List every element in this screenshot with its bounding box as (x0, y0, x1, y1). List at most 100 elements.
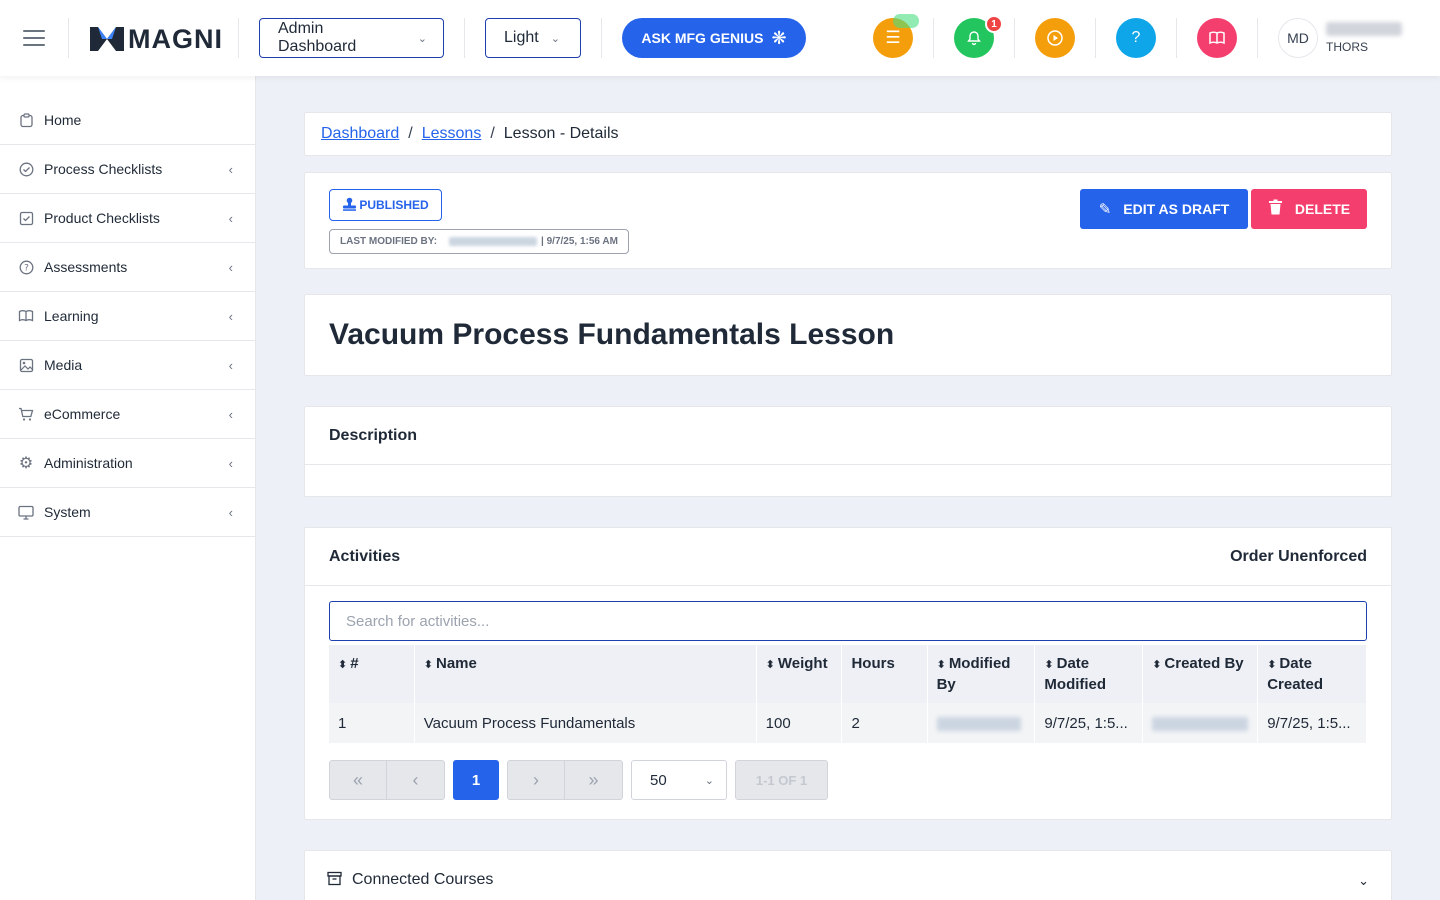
chevron-down-icon[interactable]: ⌄ (1358, 873, 1369, 889)
magni-logo[interactable]: MAGNI (90, 24, 223, 54)
sidebar-item-label: Home (44, 112, 82, 128)
cell-date-modified: 9/7/25, 1:5... (1034, 703, 1144, 743)
trash-icon (1268, 199, 1283, 219)
order-status: Order Unenforced (1230, 547, 1367, 565)
last-page-button[interactable]: » (565, 760, 623, 800)
header-divider (464, 18, 465, 58)
column-header-date-modified[interactable]: ⬍ Date Modified (1034, 645, 1144, 703)
sort-icon: ⬍ (1044, 659, 1054, 671)
chevron-left-icon: ‹ (228, 161, 233, 177)
last-modified-info: LAST MODIFIED BY: | 9/7/25, 1:56 AM (329, 229, 629, 254)
book-open-icon (1209, 31, 1225, 45)
breadcrumb: Dashboard / Lessons / Lesson - Details (304, 112, 1392, 156)
sidebar-item-media[interactable]: Media ‹ (0, 341, 255, 390)
sidebar-item-ecommerce[interactable]: eCommerce ‹ (0, 390, 255, 439)
connected-courses-heading: Connected Courses (352, 871, 494, 888)
header-divider (1176, 18, 1177, 58)
dashboard-select-value: Admin Dashboard (278, 20, 357, 55)
stamp-icon (342, 197, 357, 214)
page-1-button[interactable]: 1 (453, 760, 499, 800)
cell-created-by (1142, 703, 1259, 743)
header-divider (1014, 18, 1015, 58)
per-page-value: 50 (650, 771, 667, 789)
column-header-modified-by[interactable]: ⬍ Modified By (927, 645, 1036, 703)
column-header-num[interactable]: ⬍ # (329, 645, 415, 703)
user-avatar[interactable]: MD (1278, 18, 1318, 58)
cell-weight: 100 (756, 703, 843, 743)
pagination-current: 1 (453, 760, 499, 800)
menu-toggle-icon[interactable] (23, 30, 45, 46)
cell-name[interactable]: Vacuum Process Fundamentals (414, 703, 757, 743)
next-page-button[interactable]: › (507, 760, 565, 800)
help-button[interactable]: ? (1116, 18, 1156, 58)
header-divider (933, 18, 934, 58)
coins-button[interactable]: ☰ (873, 14, 919, 58)
first-page-button[interactable]: « (329, 760, 387, 800)
breadcrumb-separator: / (490, 125, 495, 142)
archive-icon (327, 871, 342, 890)
activities-panel: Activities Order Unenforced ⬍# ⬍Name ⬍We… (304, 527, 1392, 820)
sidebar-item-process-checklists[interactable]: Process Checklists ‹ (0, 145, 255, 194)
edit-as-draft-button[interactable]: ✎ EDIT AS DRAFT (1080, 189, 1248, 229)
bell-icon (967, 31, 981, 46)
per-page-select[interactable]: 50 ⌄ (631, 760, 727, 800)
header-divider (238, 18, 239, 58)
sidebar-item-learning[interactable]: Learning ‹ (0, 292, 255, 341)
chevron-left-icon: ‹ (228, 357, 233, 373)
description-heading: Description (305, 407, 1391, 465)
delete-button[interactable]: DELETE (1251, 189, 1367, 229)
column-header-created-by[interactable]: ⬍ Created By (1142, 645, 1259, 703)
sidebar-item-label: Media (44, 357, 83, 373)
sidebar-item-system[interactable]: System ‹ (0, 488, 255, 537)
edit-button-label: EDIT AS DRAFT (1123, 201, 1230, 217)
play-button[interactable] (1035, 18, 1075, 58)
activities-search-input[interactable] (329, 601, 1367, 641)
theme-select[interactable]: Light ⌄ (485, 18, 581, 58)
sidebar-item-assessments[interactable]: ? Assessments ‹ (0, 243, 255, 292)
book-icon (18, 308, 34, 324)
user-org: THORS (1326, 40, 1368, 54)
ask-mfg-genius-button[interactable]: ASK MFG GENIUS ❋ (622, 18, 806, 58)
sidebar-item-home[interactable]: Home (0, 96, 255, 145)
sidebar-item-label: Assessments (44, 259, 128, 275)
connected-courses-panel[interactable]: Connected Courses ⌄ (304, 850, 1392, 900)
sidebar-item-label: eCommerce (44, 406, 121, 422)
cell-hours: 2 (841, 703, 928, 743)
column-header-date-created[interactable]: ⬍ Date Created (1257, 645, 1367, 703)
sidebar: Home Process Checklists ‹ Product Checkl… (0, 76, 256, 900)
prev-page-button[interactable]: ‹ (387, 760, 445, 800)
column-header-name[interactable]: ⬍ Name (414, 645, 757, 703)
last-modified-label: LAST MODIFIED BY: (340, 236, 438, 247)
sidebar-item-administration[interactable]: ⚙ Administration ‹ (0, 439, 255, 488)
chevron-down-icon: ⌄ (704, 774, 714, 787)
sort-icon: ⬍ (936, 659, 946, 671)
published-badge-label: PUBLISHED (359, 198, 429, 212)
cell-modified-by (927, 703, 1036, 743)
logo-text: MAGNI (128, 23, 223, 54)
dashboard-select[interactable]: Admin Dashboard ⌄ (259, 18, 444, 58)
table-row[interactable]: 1 Vacuum Process Fundamentals 100 2 9/7/… (329, 703, 1367, 743)
table-header-row: ⬍ # ⬍ Name ⬍ Weight Hours ⬍ Modified By ⬍ Dat… (329, 645, 1367, 703)
cell-date-created: 9/7/25, 1:5... (1257, 703, 1367, 743)
sidebar-item-label: Administration (44, 455, 133, 471)
chevron-down-icon: ⌄ (550, 32, 560, 45)
chevron-left-icon: ‹ (228, 504, 233, 520)
coins-icon: ☰ (885, 28, 901, 47)
svg-text:?: ? (24, 263, 29, 273)
notifications-button[interactable]: 1 (954, 15, 1003, 58)
column-header-weight[interactable]: ⬍ Weight (756, 645, 843, 703)
guide-button[interactable] (1197, 18, 1237, 58)
breadcrumb-lessons-link[interactable]: Lessons (422, 125, 482, 143)
coins-glow (893, 14, 919, 28)
activities-table: ⬍ # ⬍ Name ⬍ Weight Hours ⬍ Modified By ⬍ Dat… (329, 645, 1367, 743)
question-circle-icon: ? (18, 259, 34, 275)
image-icon (18, 357, 34, 373)
description-panel: Description (304, 406, 1392, 497)
check-square-icon (18, 210, 34, 226)
play-circle-icon (1047, 30, 1063, 46)
breadcrumb-dashboard-link[interactable]: Dashboard (321, 125, 399, 143)
sidebar-item-product-checklists[interactable]: Product Checklists ‹ (0, 194, 255, 243)
pagination-first-group: « ‹ (329, 760, 445, 800)
sidebar-item-label: Product Checklists (44, 210, 160, 226)
user-name-redacted (1326, 22, 1402, 36)
